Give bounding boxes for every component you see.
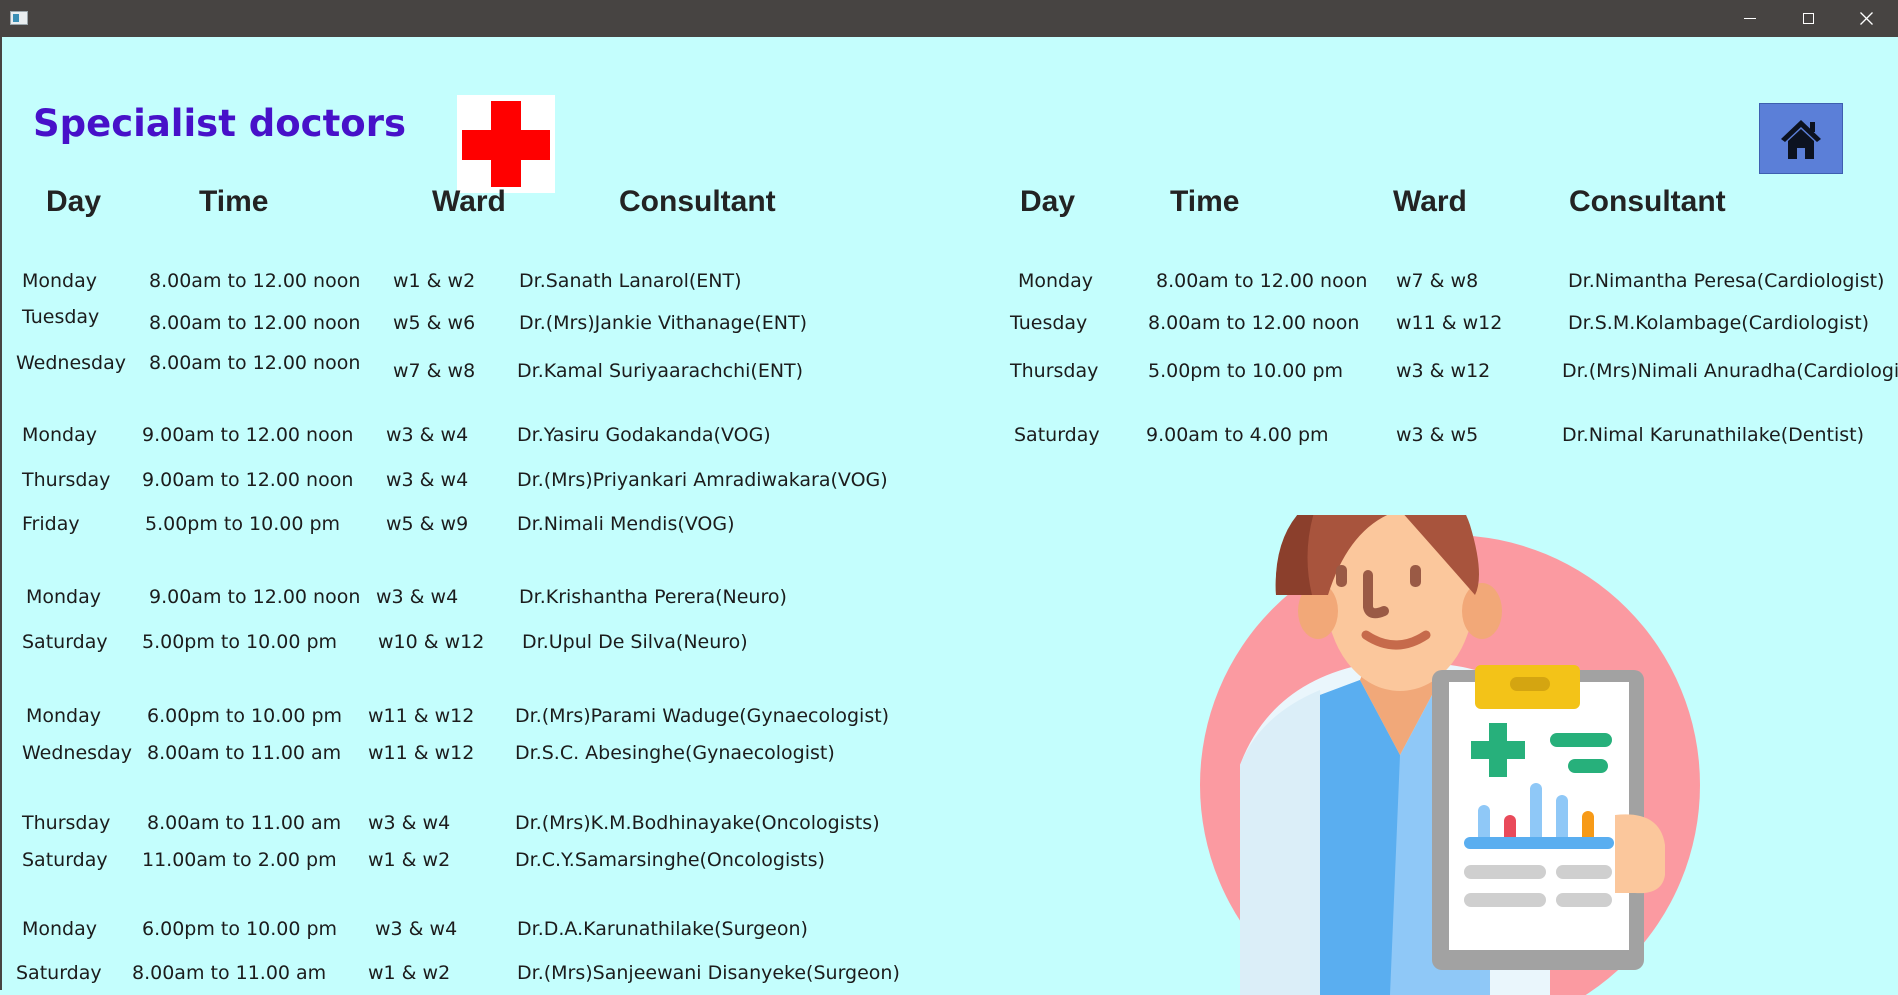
day-cell: Thursday bbox=[22, 812, 111, 834]
day-cell: Monday bbox=[26, 705, 102, 727]
ward-cell: w11 & w12 bbox=[368, 742, 475, 764]
ward-cell: w3 & w12 bbox=[1396, 360, 1491, 382]
maximize-icon bbox=[1802, 13, 1814, 24]
day-cell: Saturday bbox=[1014, 424, 1100, 446]
ward-cell: w10 & w12 bbox=[378, 631, 485, 653]
ward-cell: w3 & w4 bbox=[386, 424, 469, 446]
day-cell: Saturday bbox=[22, 631, 108, 653]
ward-cell: w11 & w12 bbox=[368, 705, 475, 727]
day-cell: Monday bbox=[22, 424, 98, 446]
ward-cell: w5 & w6 bbox=[393, 312, 476, 334]
minimize-button[interactable] bbox=[1721, 0, 1779, 37]
day-cell: Monday bbox=[1018, 270, 1094, 292]
main-window: Specialist doctors Day Time Ward Consult… bbox=[0, 37, 1898, 995]
ward-cell: w1 & w2 bbox=[368, 849, 451, 871]
day-cell: Wednesday bbox=[22, 742, 133, 764]
consultant-cell: Dr.Yasiru Godakanda(VOG) bbox=[517, 424, 771, 446]
time-cell: 8.00am to 11.00 am bbox=[147, 742, 342, 764]
time-cell: 5.00pm to 10.00 pm bbox=[142, 631, 338, 653]
ward-cell: w1 & w2 bbox=[393, 270, 476, 292]
time-cell: 6.00pm to 10.00 pm bbox=[142, 918, 338, 940]
consultant-cell: Dr.Nimal Karunathilake(Dentist) bbox=[1562, 424, 1864, 446]
ward-cell: w3 & w4 bbox=[376, 586, 459, 608]
time-cell: 8.00am to 12.00 noon bbox=[1156, 270, 1368, 292]
consultant-cell: Dr.(Mrs)Priyankari Amradiwakara(VOG) bbox=[517, 469, 888, 491]
clipboard-icon bbox=[1432, 665, 1665, 970]
left-header-consultant: Consultant bbox=[619, 185, 776, 218]
time-cell: 8.00am to 12.00 noon bbox=[149, 312, 361, 334]
time-cell: 8.00am to 11.00 am bbox=[147, 812, 342, 834]
consultant-cell: Dr.S.C. Abesinghe(Gynaecologist) bbox=[515, 742, 835, 764]
consultant-cell: Dr.Kamal Suriyaarachchi(ENT) bbox=[517, 360, 804, 382]
day-cell: Monday bbox=[22, 270, 98, 292]
day-cell: Tuesday bbox=[22, 306, 100, 328]
consultant-cell: Dr.D.A.Karunathilake(Surgeon) bbox=[517, 918, 808, 940]
time-cell: 9.00am to 12.00 noon bbox=[142, 469, 354, 491]
ward-cell: w7 & w8 bbox=[1396, 270, 1479, 292]
ward-cell: w11 & w12 bbox=[1396, 312, 1503, 334]
consultant-cell: Dr.Nimali Mendis(VOG) bbox=[517, 513, 735, 535]
page-title: Specialist doctors bbox=[33, 102, 406, 145]
consultant-cell: Dr.S.M.Kolambage(Cardiologist) bbox=[1568, 312, 1870, 334]
right-header-ward: Ward bbox=[1393, 185, 1467, 218]
consultant-cell: Dr.Krishantha Perera(Neuro) bbox=[519, 586, 787, 608]
consultant-cell: Dr.Sanath Lanarol(ENT) bbox=[519, 270, 742, 292]
consultant-cell: Dr.(Mrs)K.M.Bodhinayake(Oncologists) bbox=[515, 812, 880, 834]
close-button[interactable] bbox=[1837, 0, 1895, 37]
day-cell: Wednesday bbox=[16, 352, 127, 374]
right-header-day: Day bbox=[1020, 185, 1076, 218]
right-header-consultant: Consultant bbox=[1569, 185, 1726, 218]
day-cell: Saturday bbox=[16, 962, 102, 984]
left-header-time: Time bbox=[199, 185, 269, 218]
left-header-day: Day bbox=[46, 185, 102, 218]
right-header-time: Time bbox=[1170, 185, 1240, 218]
window-title-bar bbox=[0, 0, 1898, 37]
doctor-illustration bbox=[1200, 515, 1700, 995]
day-cell: Thursday bbox=[1010, 360, 1099, 382]
medical-cross-icon bbox=[457, 95, 555, 193]
time-cell: 8.00am to 12.00 noon bbox=[149, 270, 361, 292]
time-cell: 8.00am to 12.00 noon bbox=[149, 352, 361, 374]
time-cell: 5.00pm to 10.00 pm bbox=[1148, 360, 1344, 382]
time-cell: 8.00am to 11.00 am bbox=[132, 962, 327, 984]
time-cell: 9.00am to 12.00 noon bbox=[142, 424, 354, 446]
home-button[interactable] bbox=[1759, 103, 1843, 174]
home-icon bbox=[1781, 119, 1821, 159]
consultant-cell: Dr.(Mrs)Nimali Anuradha(Cardiologist) bbox=[1562, 360, 1898, 382]
minimize-icon bbox=[1744, 18, 1756, 19]
ward-cell: w3 & w4 bbox=[375, 918, 458, 940]
time-cell: 11.00am to 2.00 pm bbox=[142, 849, 337, 871]
time-cell: 8.00am to 12.00 noon bbox=[1148, 312, 1360, 334]
ward-cell: w5 & w9 bbox=[386, 513, 469, 535]
day-cell: Thursday bbox=[22, 469, 111, 491]
close-icon bbox=[1859, 12, 1873, 25]
time-cell: 6.00pm to 10.00 pm bbox=[147, 705, 343, 727]
ward-cell: w3 & w4 bbox=[386, 469, 469, 491]
day-cell: Friday bbox=[22, 513, 80, 535]
maximize-button[interactable] bbox=[1779, 0, 1837, 37]
day-cell: Saturday bbox=[22, 849, 108, 871]
day-cell: Tuesday bbox=[1010, 312, 1088, 334]
ward-cell: w3 & w5 bbox=[1396, 424, 1479, 446]
time-cell: 9.00am to 4.00 pm bbox=[1146, 424, 1329, 446]
consultant-cell: Dr.Nimantha Peresa(Cardiologist) bbox=[1568, 270, 1885, 292]
consultant-cell: Dr.C.Y.Samarsinghe(Oncologists) bbox=[515, 849, 825, 871]
ward-cell: w1 & w2 bbox=[368, 962, 451, 984]
day-cell: Monday bbox=[22, 918, 98, 940]
consultant-cell: Dr.(Mrs)Parami Waduge(Gynaecologist) bbox=[515, 705, 890, 727]
time-cell: 5.00pm to 10.00 pm bbox=[145, 513, 341, 535]
left-header-ward: Ward bbox=[432, 185, 506, 218]
consultant-cell: Dr.(Mrs)Sanjeewani Disanyeke(Surgeon) bbox=[517, 962, 900, 984]
time-cell: 9.00am to 12.00 noon bbox=[149, 586, 361, 608]
consultant-cell: Dr.Upul De Silva(Neuro) bbox=[522, 631, 748, 653]
ward-cell: w7 & w8 bbox=[393, 360, 476, 382]
day-cell: Monday bbox=[26, 586, 102, 608]
consultant-cell: Dr.(Mrs)Jankie Vithanage(ENT) bbox=[519, 312, 808, 334]
app-icon bbox=[10, 11, 28, 25]
ward-cell: w3 & w4 bbox=[368, 812, 451, 834]
